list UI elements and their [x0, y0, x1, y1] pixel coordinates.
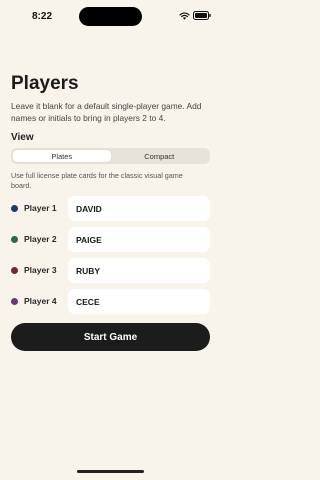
view-section-label: View [11, 132, 34, 143]
player-2-label: Player 2 [24, 234, 57, 244]
player-3-name-field[interactable] [68, 258, 210, 283]
battery-icon [193, 11, 211, 20]
player-1-name-field[interactable] [68, 196, 210, 221]
page-title: Players [11, 73, 79, 94]
player-row-1: Player 1 [11, 196, 210, 221]
player-3-label: Player 3 [24, 265, 57, 275]
player-4-color-dot [11, 298, 18, 305]
player-row-3: Player 3 [11, 258, 210, 283]
start-game-button[interactable]: Start Game [11, 323, 210, 351]
player-4-name-field[interactable] [68, 289, 210, 314]
wifi-icon [179, 12, 190, 20]
home-indicator [77, 470, 144, 473]
player-row-4: Player 4 [11, 289, 210, 314]
player-4-label: Player 4 [24, 296, 57, 306]
player-3-color-dot [11, 267, 18, 274]
player-row-2: Player 2 [11, 227, 210, 252]
intro-text: Leave it blank for a default single-play… [11, 101, 202, 123]
view-hint-text: Use full license plate cards for the cla… [11, 171, 183, 190]
dynamic-island [79, 7, 142, 26]
status-time: 8:22 [32, 11, 53, 22]
player-1-label: Player 1 [24, 203, 57, 213]
player-2-color-dot [11, 236, 18, 243]
segment-compact[interactable]: Compact [111, 150, 209, 162]
segment-plates[interactable]: Plates [13, 150, 111, 162]
players-screen: 8:22 Players Leave it blank for a defaul… [0, 0, 221, 480]
status-icons [179, 11, 211, 20]
view-segmented-control: Plates Compact [11, 148, 210, 164]
player-1-color-dot [11, 205, 18, 212]
status-bar: 8:22 [0, 0, 221, 34]
player-2-name-field[interactable] [68, 227, 210, 252]
